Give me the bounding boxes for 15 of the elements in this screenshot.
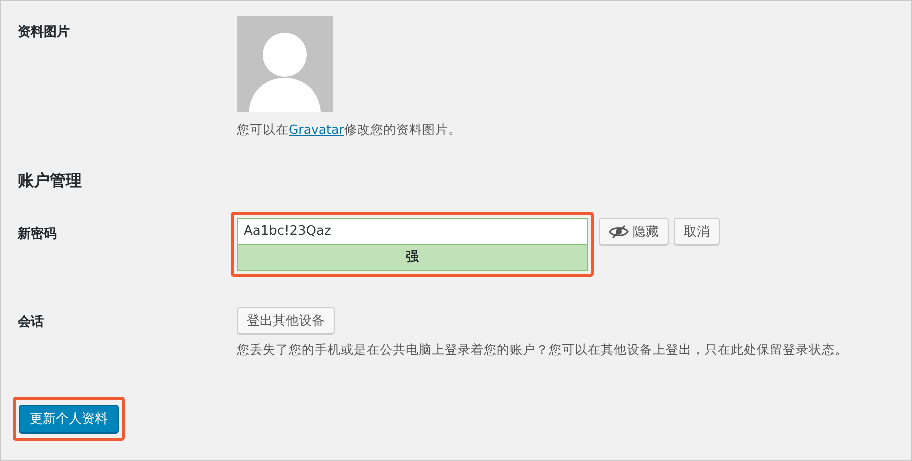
description-text: 您可以在Gravatar修改您的资料图片。 <box>237 122 462 139</box>
log-out-everywhere-button[interactable]: 登出其他设备 <box>237 307 335 334</box>
hide-password-button[interactable]: 隐藏 <box>599 218 669 245</box>
section-heading: 账户管理 <box>18 171 83 192</box>
description-text: 您丢失了您的手机或是在公共电脑上登录着您的账户？您可以在其他设备上登出，只在此处保留登录状态。 <box>237 342 848 359</box>
eye-slash-icon <box>609 224 629 238</box>
password-field[interactable]: Aa1bc!23Qaz <box>237 218 588 244</box>
cancel-button[interactable]: 取消 <box>674 218 720 245</box>
gravatar-link[interactable]: Gravatar <box>289 122 344 137</box>
avatar-icon <box>237 16 333 112</box>
field-label: 资料图片 <box>18 24 71 42</box>
field-label: 新密码 <box>18 226 58 244</box>
update-profile-button[interactable]: 更新个人资料 <box>19 405 119 433</box>
strength-meter: 强 <box>237 244 588 271</box>
field-label: 会话 <box>18 314 45 332</box>
